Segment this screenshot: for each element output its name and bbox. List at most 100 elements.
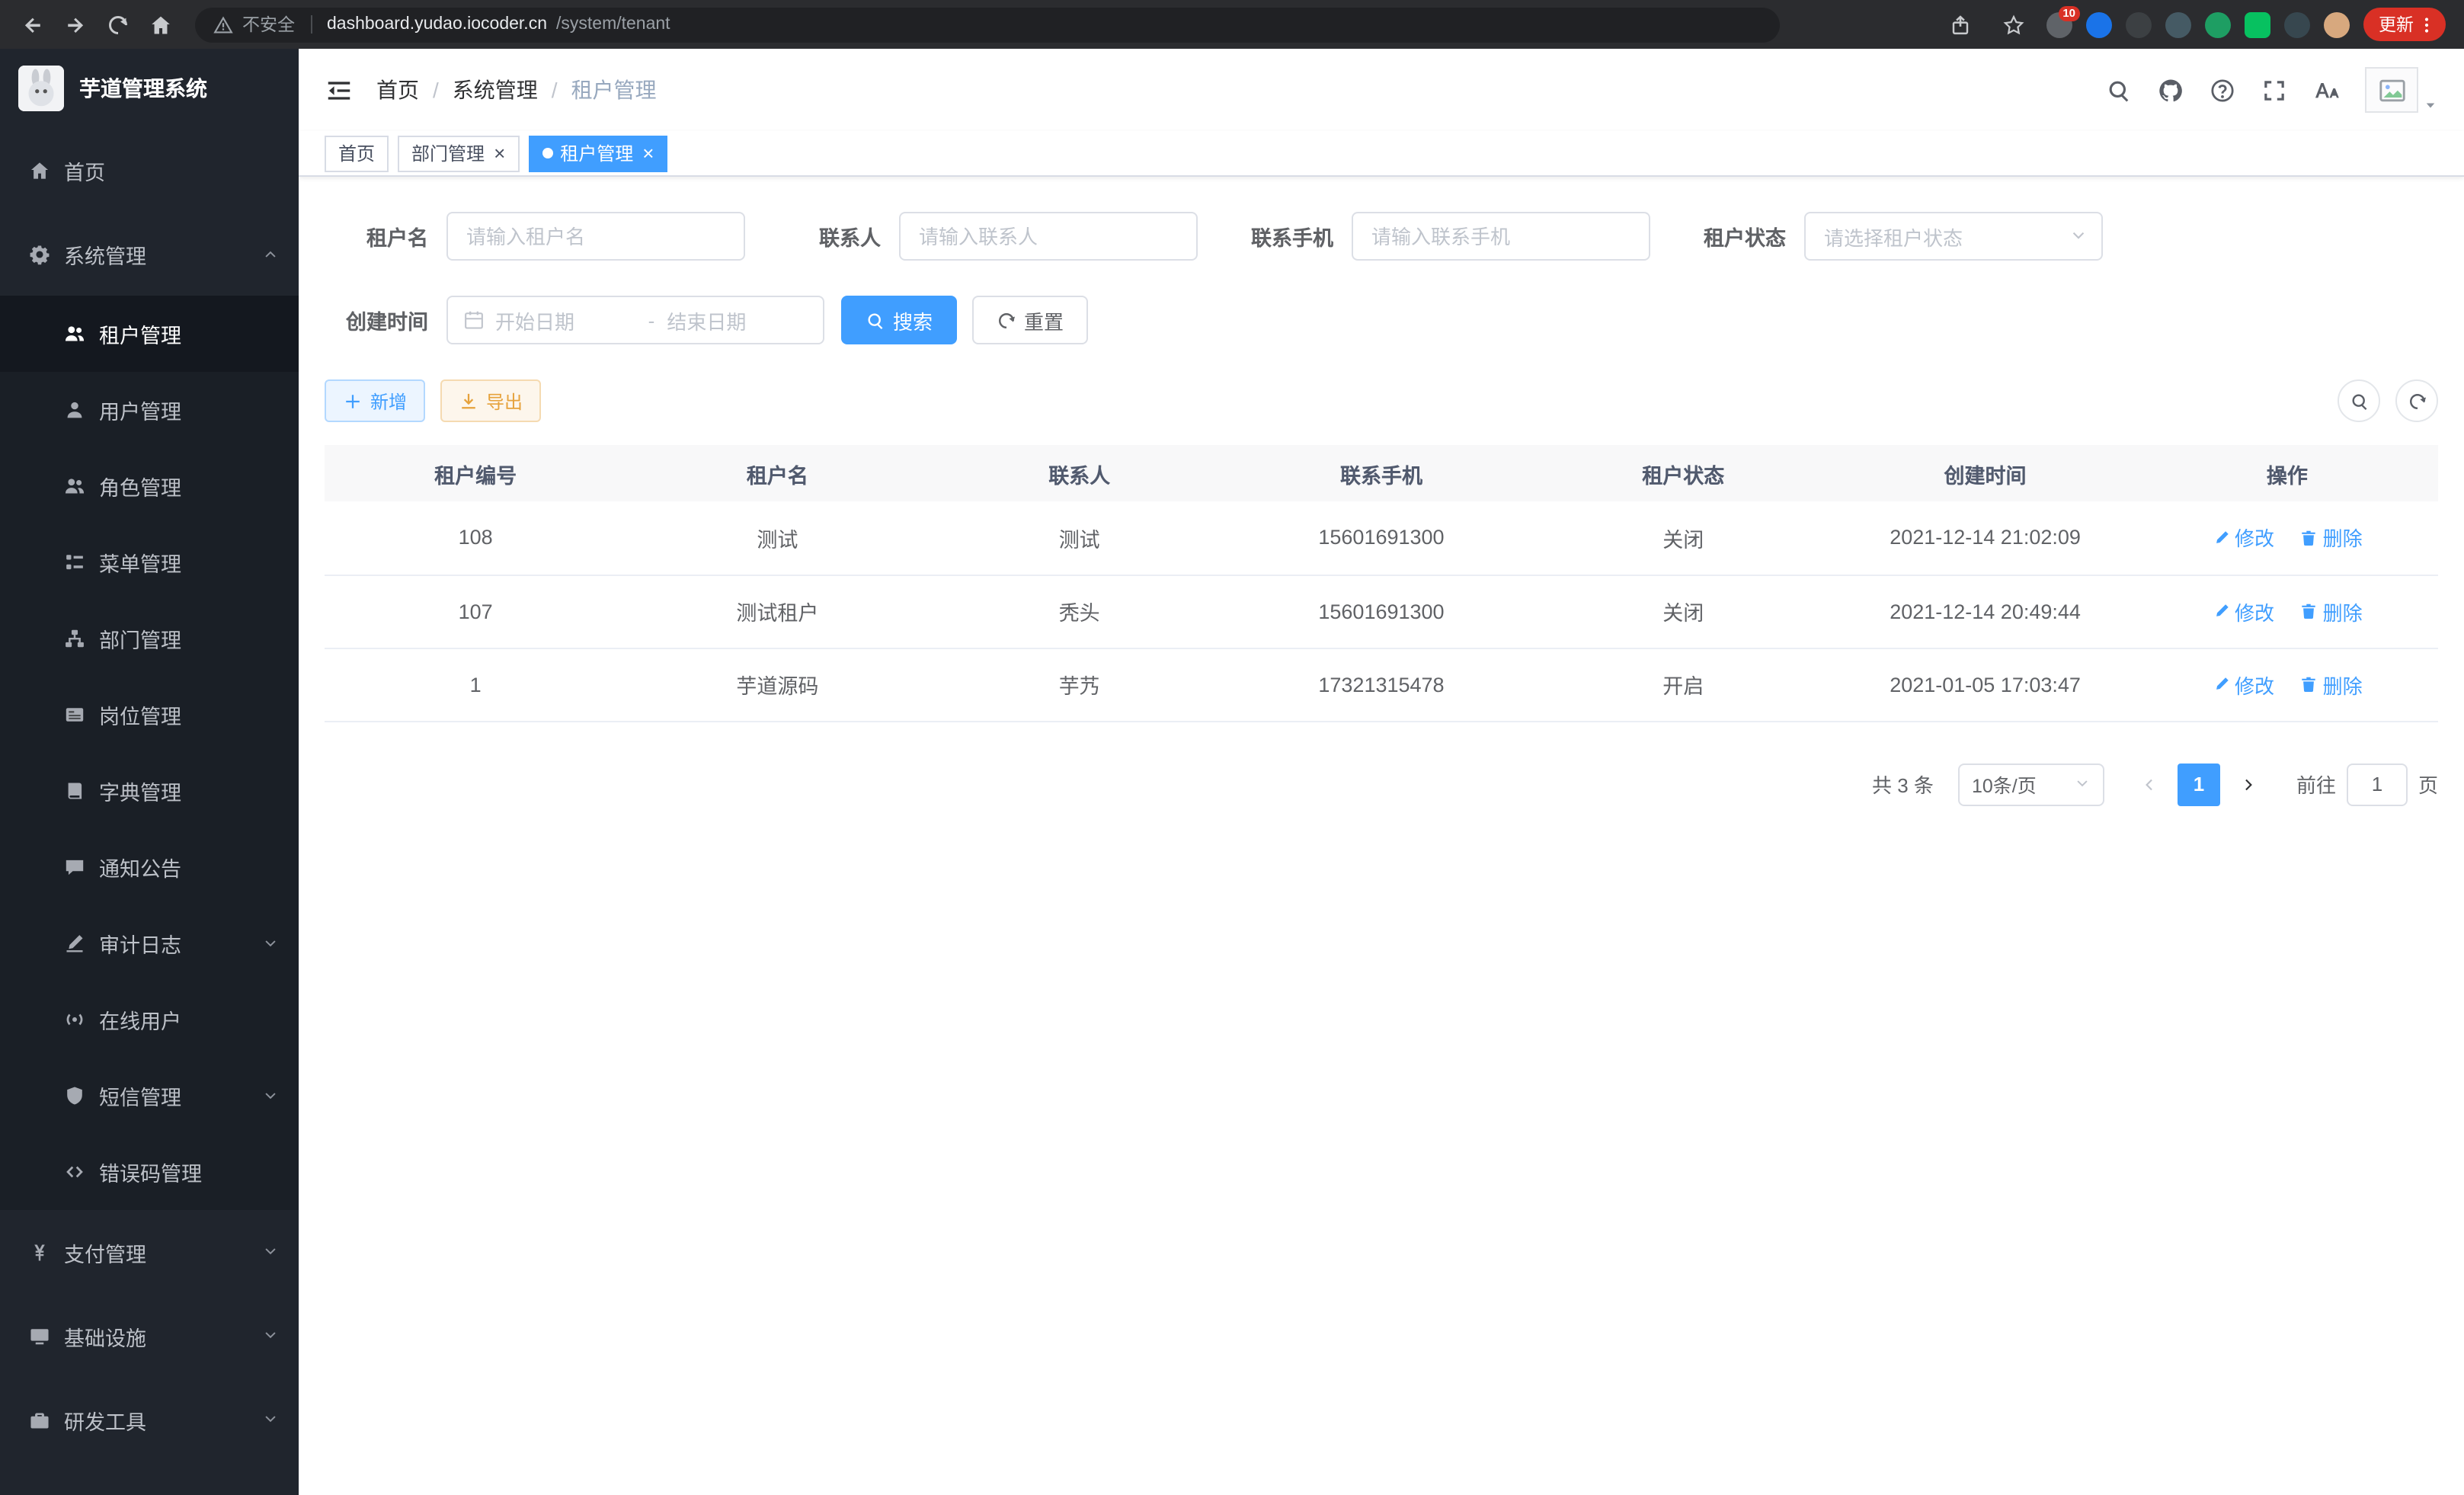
extension-icon[interactable] [2086,11,2112,37]
security-chip-label: 不安全 [242,12,295,37]
search-button[interactable]: 搜索 [841,296,957,344]
sidebar-item-role[interactable]: 角色管理 [0,448,299,524]
reset-button[interactable]: 重置 [972,296,1088,344]
fullscreen-icon[interactable] [2261,77,2287,103]
address-bar[interactable]: 不安全 dashboard.yudao.iocoder.cn/system/te… [195,7,1780,42]
sidebar-item-dict[interactable]: 字典管理 [0,753,299,829]
sidebar-item-infra[interactable]: 基础设施 [0,1294,299,1378]
dict-icon [64,780,85,802]
date-start-placeholder: 开始日期 [495,306,636,335]
browser-back-button[interactable] [12,5,52,44]
url-host: dashboard.yudao.iocoder.cn [327,15,547,34]
caret-down-icon [2423,98,2438,113]
cell-actions: 修改 删除 [2136,501,2438,575]
extension-icon[interactable] [2126,11,2152,37]
app-logo[interactable]: 芋道管理系统 [0,49,299,128]
active-tab-dot [542,148,552,158]
phone-input[interactable] [1352,212,1650,261]
extension-icon[interactable] [2324,11,2350,37]
add-button[interactable]: 新增 [325,379,425,422]
cell-created: 2021-12-14 21:02:09 [1834,501,2136,575]
sidebar-item-home[interactable]: 首页 [0,128,299,212]
gear-icon [29,243,50,264]
column-header: 联系手机 [1230,445,1532,501]
browser-update-button[interactable]: 更新 [2363,8,2446,41]
extension-icon[interactable] [2284,11,2310,37]
search-icon[interactable] [2106,77,2132,103]
edit-link[interactable]: 修改 [2212,597,2274,626]
close-icon[interactable]: × [494,143,505,163]
kebab-menu-icon [2417,14,2437,34]
github-icon[interactable] [2158,77,2184,103]
sidebar-item-dev-tool[interactable]: 研发工具 [0,1378,299,1461]
sidebar-item-dept[interactable]: 部门管理 [0,600,299,677]
contact-input[interactable] [899,212,1198,261]
prev-page-button[interactable] [2129,763,2168,805]
toggle-search-button[interactable] [2338,379,2380,422]
cell-tenant-name: 芋道源码 [626,648,928,721]
font-size-icon[interactable] [2313,77,2339,103]
sidebar-collapse-icon[interactable] [325,75,354,104]
sidebar-item-post[interactable]: 岗位管理 [0,677,299,753]
sidebar-item-tenant[interactable]: 租户管理 [0,296,299,372]
sidebar-item-system[interactable]: 系统管理 [0,212,299,296]
browser-reload-button[interactable] [98,5,137,44]
extension-badge: 10 [2058,5,2080,21]
bookmark-button[interactable] [1993,5,2033,44]
goto-page-input[interactable] [2347,763,2408,805]
extension-icon[interactable] [2165,11,2191,37]
tenant-name-input[interactable] [446,212,745,261]
breadcrumb-item[interactable]: 首页 [376,75,419,105]
sidebar-item-online-user[interactable]: 在线用户 [0,981,299,1058]
url-path: /system/tenant [556,15,670,34]
export-button[interactable]: 导出 [440,379,541,422]
sidebar-item-notice[interactable]: 通知公告 [0,829,299,905]
update-label: 更新 [2379,12,2414,37]
chevron-down-icon [262,1327,279,1344]
extension-icon[interactable] [2245,11,2270,37]
extension-icon[interactable]: 10 [2046,11,2072,37]
tree-icon [64,628,85,649]
sidebar-item-pay[interactable]: 支付管理 [0,1210,299,1294]
extension-icon[interactable] [2205,11,2231,37]
browser-forward-button[interactable] [55,5,94,44]
refresh-table-button[interactable] [2395,379,2438,422]
cell-status: 关闭 [1532,575,1834,648]
status-select[interactable]: 请选择租户状态 [1804,212,2103,261]
table-row: 107 测试租户 秃头 15601691300 关闭 2021-12-14 20… [325,575,2438,648]
delete-link[interactable]: 删除 [2300,670,2363,699]
tab-tenant[interactable]: 租户管理× [528,135,667,171]
delete-link[interactable]: 删除 [2300,523,2363,552]
cell-status: 开启 [1532,648,1834,721]
edit-link[interactable]: 修改 [2212,523,2274,552]
filter-contact: 联系人 [777,212,1198,261]
sidebar-item-error-code[interactable]: 错误码管理 [0,1134,299,1210]
tags-view: 首页部门管理×租户管理× [299,131,2464,177]
browser-home-button[interactable] [140,5,180,44]
tab-dept[interactable]: 部门管理× [398,135,519,171]
sidebar-item-audit-log[interactable]: 审计日志 [0,905,299,981]
edit-link[interactable]: 修改 [2212,670,2274,699]
filter-row-2: 创建时间 开始日期 - 结束日期 搜索 重置 [325,296,2438,344]
sidebar-item-menu[interactable]: 菜单管理 [0,524,299,600]
column-header: 操作 [2136,445,2438,501]
chrome-right-cluster: 10 更新 [1940,5,2452,44]
breadcrumb-item[interactable]: 系统管理 [453,75,538,105]
sidebar-item-user[interactable]: 用户管理 [0,372,299,448]
tab-home[interactable]: 首页 [325,135,389,171]
tenant-name-label: 租户名 [325,221,428,251]
sidebar-item-sms[interactable]: 短信管理 [0,1058,299,1134]
delete-link[interactable]: 删除 [2300,597,2363,626]
user-avatar-menu[interactable] [2365,67,2438,113]
shield-icon [64,1085,85,1106]
share-button[interactable] [1940,5,1979,44]
chevron-up-icon [262,245,279,262]
current-page[interactable]: 1 [2178,763,2220,805]
next-page-button[interactable] [2229,763,2269,805]
help-icon[interactable] [2210,77,2235,103]
cell-contact: 测试 [929,501,1230,575]
page-size-select[interactable]: 10条/页 [1958,763,2104,805]
peoples-icon [64,475,85,497]
close-icon[interactable]: × [642,143,654,163]
date-range-picker[interactable]: 开始日期 - 结束日期 [446,296,824,344]
